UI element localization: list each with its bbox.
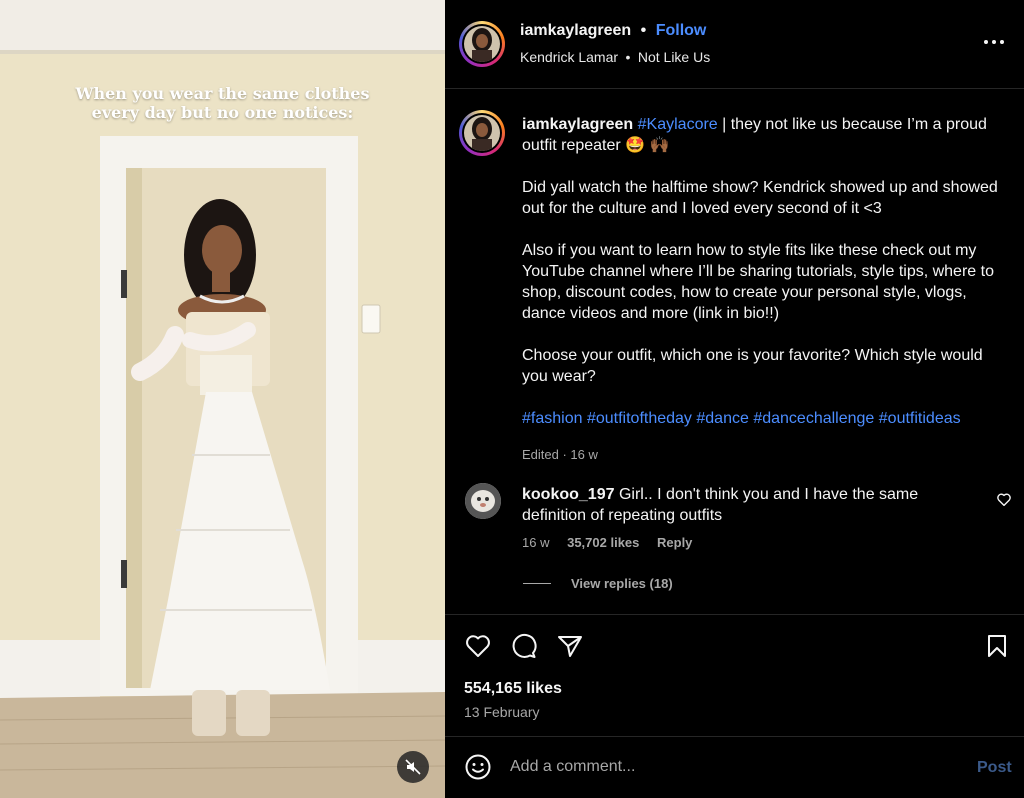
- audio-separator: •: [625, 49, 631, 65]
- hashtag-link[interactable]: #dancechallenge: [753, 410, 874, 427]
- caption-edited-timestamp: Edited · 16 w: [522, 447, 598, 462]
- hashtag-link[interactable]: #outfitideas: [879, 410, 961, 427]
- replies-line: [523, 583, 551, 584]
- post-side-panel: iamkaylagreen • Follow Kendrick Lamar • …: [445, 0, 1024, 798]
- hashtag-link[interactable]: #fashion: [522, 410, 583, 427]
- overlay-caption-line-2: every day but no one notices:: [91, 103, 354, 122]
- post-header: iamkaylagreen • Follow Kendrick Lamar • …: [445, 0, 1024, 89]
- share-button[interactable]: [556, 632, 584, 660]
- post-date: 13 February: [464, 704, 540, 720]
- audio-artist: Kendrick Lamar: [520, 49, 619, 65]
- author-username[interactable]: iamkaylagreen: [520, 22, 631, 39]
- caption-author-avatar[interactable]: [459, 110, 505, 156]
- likes-count[interactable]: 554,165 likes: [464, 680, 562, 698]
- caption-paragraph-3: Also if you want to learn how to style f…: [522, 242, 994, 322]
- bookmark-icon: [988, 635, 1006, 657]
- comment-button[interactable]: [510, 632, 538, 660]
- post-dialog: When you wear the same clothes every day…: [0, 0, 1024, 798]
- emoji-picker-button[interactable]: [465, 754, 491, 785]
- comment-input[interactable]: [510, 758, 930, 776]
- heart-icon: [466, 635, 490, 657]
- smiley-icon: [465, 754, 491, 780]
- comment-likes[interactable]: 35,702 likes: [567, 535, 639, 550]
- hashtag-link[interactable]: #dance: [696, 410, 749, 427]
- speaker-muted-icon: [405, 759, 421, 775]
- video-overlay-caption: When you wear the same clothes every day…: [0, 84, 445, 122]
- follow-button[interactable]: Follow: [656, 22, 707, 39]
- caption-username[interactable]: iamkaylagreen: [522, 116, 633, 133]
- caption-hashtag-link[interactable]: #Kaylacore: [638, 116, 718, 133]
- save-button[interactable]: [983, 632, 1011, 660]
- header-separator: •: [640, 22, 647, 39]
- avatar-photo: [464, 115, 500, 151]
- like-button[interactable]: [464, 632, 492, 660]
- caption-paragraph-4: Choose your outfit, which one is your fa…: [522, 347, 983, 385]
- post-caption: iamkaylagreen #Kaylacore | they not like…: [522, 114, 1012, 465]
- comment-like-button[interactable]: [997, 493, 1011, 511]
- heart-icon: [997, 493, 1011, 507]
- divider: [445, 736, 1024, 737]
- video-player[interactable]: When you wear the same clothes every day…: [0, 0, 445, 798]
- more-horizontal-icon: [984, 40, 1004, 44]
- paper-plane-icon: [558, 636, 582, 657]
- comment-age[interactable]: 16 w: [522, 535, 549, 550]
- audio-title: Not Like Us: [637, 49, 711, 65]
- caption-hashtags: #fashion #outfitoftheday #dance #dancech…: [522, 408, 1012, 429]
- commenter-avatar[interactable]: [465, 483, 501, 519]
- author-avatar[interactable]: [459, 21, 505, 67]
- view-replies-label: View replies (18): [571, 576, 673, 591]
- more-options-button[interactable]: [982, 32, 1006, 52]
- view-replies-button[interactable]: View replies (18): [523, 576, 673, 591]
- caption-paragraph-2: Did yall watch the halftime show? Kendri…: [522, 179, 998, 217]
- comment-meta: 16 w 35,702 likes Reply: [522, 535, 706, 550]
- divider: [445, 614, 1024, 615]
- hashtag-link[interactable]: #outfitoftheday: [587, 410, 692, 427]
- audio-track[interactable]: Kendrick Lamar • Not Like Us: [520, 49, 710, 67]
- overlay-caption-line-1: When you wear the same clothes: [75, 84, 370, 103]
- mute-toggle-button[interactable]: [397, 751, 429, 783]
- comment-reply-button[interactable]: Reply: [657, 535, 692, 550]
- comment-body: kookoo_197 Girl.. I don't think you and …: [522, 484, 942, 526]
- post-comment-button[interactable]: Post: [977, 759, 1012, 777]
- avatar-photo: [465, 483, 501, 519]
- commenter-username[interactable]: kookoo_197: [522, 486, 614, 503]
- avatar-photo: [464, 26, 500, 62]
- comment-icon: [512, 633, 537, 658]
